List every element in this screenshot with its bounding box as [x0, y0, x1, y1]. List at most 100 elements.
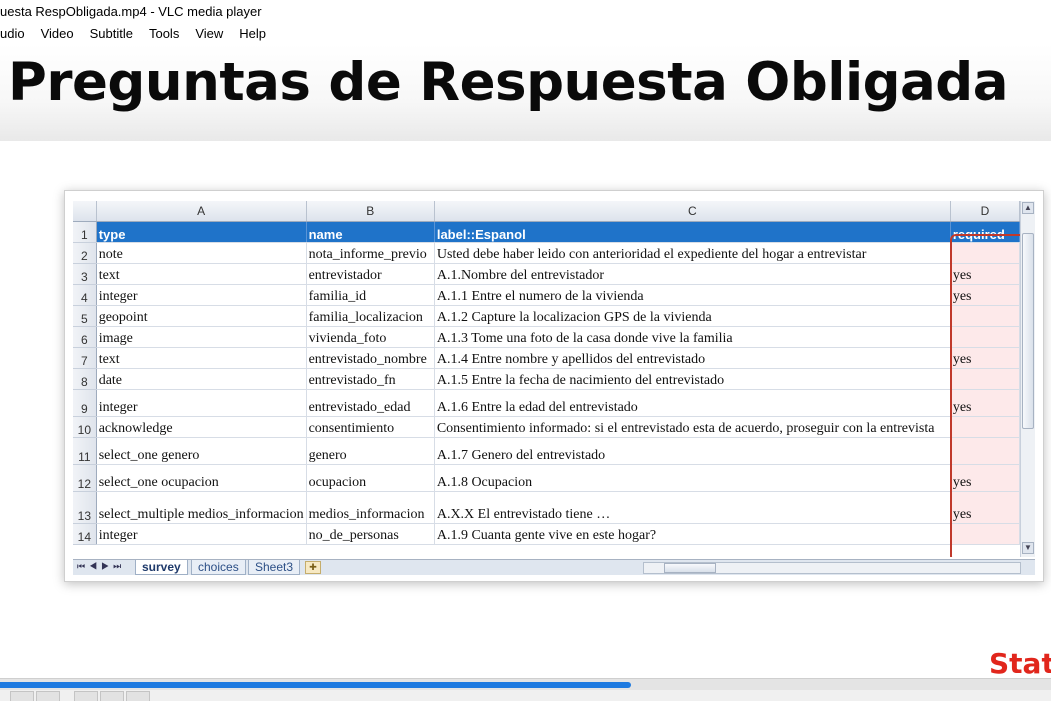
cell-name[interactable]: medios_informacion	[306, 491, 435, 524]
row-number[interactable]: 4	[73, 284, 97, 306]
row-number[interactable]: 11	[73, 437, 97, 465]
cell-label[interactable]: A.1.3 Tome una foto de la casa donde viv…	[434, 326, 951, 348]
scroll-up-icon[interactable]: ▲	[1022, 202, 1034, 214]
cell-required[interactable]: yes	[950, 263, 1020, 285]
row-number[interactable]: 2	[73, 242, 97, 264]
cell-name[interactable]: consentimiento	[306, 416, 435, 438]
cell-name[interactable]: no_de_personas	[306, 523, 435, 545]
cell-type[interactable]: geopoint	[96, 305, 307, 327]
cell-label[interactable]: A.1.5 Entre la fecha de nacimiento del e…	[434, 368, 951, 390]
cell-type[interactable]: select_one ocupacion	[96, 464, 307, 492]
play-button[interactable]	[10, 691, 34, 701]
insert-sheet-icon[interactable]: ✚	[305, 561, 321, 574]
cell-type[interactable]: image	[96, 326, 307, 348]
row-number[interactable]: 1	[73, 221, 97, 243]
cell-type[interactable]: integer	[96, 523, 307, 545]
cell-label[interactable]: A.1.7 Genero del entrevistado	[434, 437, 951, 465]
menu-view[interactable]: View	[187, 24, 231, 44]
cell-required[interactable]: yes	[950, 284, 1020, 306]
fullscreen-button[interactable]	[100, 691, 124, 701]
cell-required[interactable]	[950, 523, 1020, 545]
cell-required[interactable]	[950, 416, 1020, 438]
row-number[interactable]: 8	[73, 368, 97, 390]
cell-required[interactable]	[950, 437, 1020, 465]
cell-type[interactable]: text	[96, 263, 307, 285]
cell-label[interactable]: A.1.9 Cuanta gente vive en este hogar?	[434, 523, 951, 545]
menu-audio[interactable]: udio	[0, 24, 33, 44]
column-header-row: A B C D	[73, 201, 1020, 222]
menu-video[interactable]: Video	[33, 24, 82, 44]
cell-name[interactable]: familia_localizacion	[306, 305, 435, 327]
cell-required[interactable]	[950, 242, 1020, 264]
cell-name[interactable]: familia_id	[306, 284, 435, 306]
row-number[interactable]: 7	[73, 347, 97, 369]
select-all-corner[interactable]	[73, 201, 97, 222]
column-header-c[interactable]: C	[434, 201, 951, 222]
cell-label[interactable]: Consentimiento informado: si el entrevis…	[434, 416, 951, 438]
cell-label[interactable]: A.1.Nombre del entrevistador	[434, 263, 951, 285]
cell-name[interactable]: vivienda_foto	[306, 326, 435, 348]
cell-required[interactable]	[950, 326, 1020, 348]
cell-required[interactable]: yes	[950, 389, 1020, 417]
tab-choices[interactable]: choices	[191, 560, 246, 575]
cell-label[interactable]: A.1.1 Entre el numero de la vivienda	[434, 284, 951, 306]
cell-name[interactable]: entrevistado_edad	[306, 389, 435, 417]
cell-type[interactable]: select_multiple medios_informacion	[96, 491, 307, 524]
horizontal-scroll-thumb[interactable]	[664, 563, 716, 573]
cell-type[interactable]: integer	[96, 389, 307, 417]
row-number[interactable]: 9	[73, 389, 97, 417]
cell-type[interactable]: date	[96, 368, 307, 390]
cell-required[interactable]: yes	[950, 464, 1020, 492]
tab-navigation-icons[interactable]: ⏮◀▶⏭	[77, 561, 125, 572]
cell-type[interactable]: acknowledge	[96, 416, 307, 438]
cell-required[interactable]: yes	[950, 491, 1020, 524]
row-number[interactable]: 6	[73, 326, 97, 348]
scroll-down-icon[interactable]: ▼	[1022, 542, 1034, 554]
cell-label[interactable]: A.1.6 Entre la edad del entrevistado	[434, 389, 951, 417]
seek-bar[interactable]	[0, 678, 1051, 690]
cell-name[interactable]: entrevistador	[306, 263, 435, 285]
cell-name[interactable]: entrevistado_nombre	[306, 347, 435, 369]
row-number[interactable]: 10	[73, 416, 97, 438]
row-number[interactable]: 14	[73, 523, 97, 545]
cell-name[interactable]: genero	[306, 437, 435, 465]
cell-type[interactable]: text	[96, 347, 307, 369]
cell-type[interactable]: note	[96, 242, 307, 264]
menu-tools[interactable]: Tools	[141, 24, 187, 44]
tab-sheet3[interactable]: Sheet3	[248, 560, 301, 575]
cell-required[interactable]: yes	[950, 347, 1020, 369]
horizontal-scrollbar[interactable]	[643, 562, 1021, 574]
previous-button[interactable]	[74, 691, 98, 701]
cell-name[interactable]: name	[306, 221, 435, 243]
stop-button[interactable]	[36, 691, 60, 701]
row-number[interactable]: 5	[73, 305, 97, 327]
menu-help[interactable]: Help	[231, 24, 274, 44]
vertical-scrollbar[interactable]: ▲ ▼	[1020, 201, 1035, 557]
row-number[interactable]: 3	[73, 263, 97, 285]
cell-type[interactable]: type	[96, 221, 307, 243]
playlist-button[interactable]	[126, 691, 150, 701]
video-area[interactable]: Preguntas de Respuesta Obligada A B C D …	[0, 44, 1051, 675]
cell-label[interactable]: A.1.8 Ocupacion	[434, 464, 951, 492]
cell-label[interactable]: label::Espanol	[434, 221, 951, 243]
cell-required[interactable]	[950, 368, 1020, 390]
menu-subtitle[interactable]: Subtitle	[82, 24, 141, 44]
row-number[interactable]: 12	[73, 464, 97, 492]
cell-name[interactable]: ocupacion	[306, 464, 435, 492]
column-header-d[interactable]: D	[950, 201, 1020, 222]
cell-label[interactable]: A.1.4 Entre nombre y apellidos del entre…	[434, 347, 951, 369]
cell-label[interactable]: A.1.2 Capture la localizacion GPS de la …	[434, 305, 951, 327]
tab-survey[interactable]: survey	[135, 560, 188, 575]
cell-type[interactable]: integer	[96, 284, 307, 306]
column-header-a[interactable]: A	[96, 201, 307, 222]
cell-required[interactable]: required	[950, 221, 1020, 243]
cell-name[interactable]: entrevistado_fn	[306, 368, 435, 390]
cell-label[interactable]: Usted debe haber leido con anterioridad …	[434, 242, 951, 264]
cell-required[interactable]	[950, 305, 1020, 327]
cell-type[interactable]: select_one genero	[96, 437, 307, 465]
cell-label[interactable]: A.X.X El entrevistado tiene …	[434, 491, 951, 524]
cell-name[interactable]: nota_informe_previo	[306, 242, 435, 264]
row-number[interactable]: 13	[73, 491, 97, 524]
vertical-scroll-thumb[interactable]	[1022, 233, 1034, 429]
column-header-b[interactable]: B	[306, 201, 435, 222]
